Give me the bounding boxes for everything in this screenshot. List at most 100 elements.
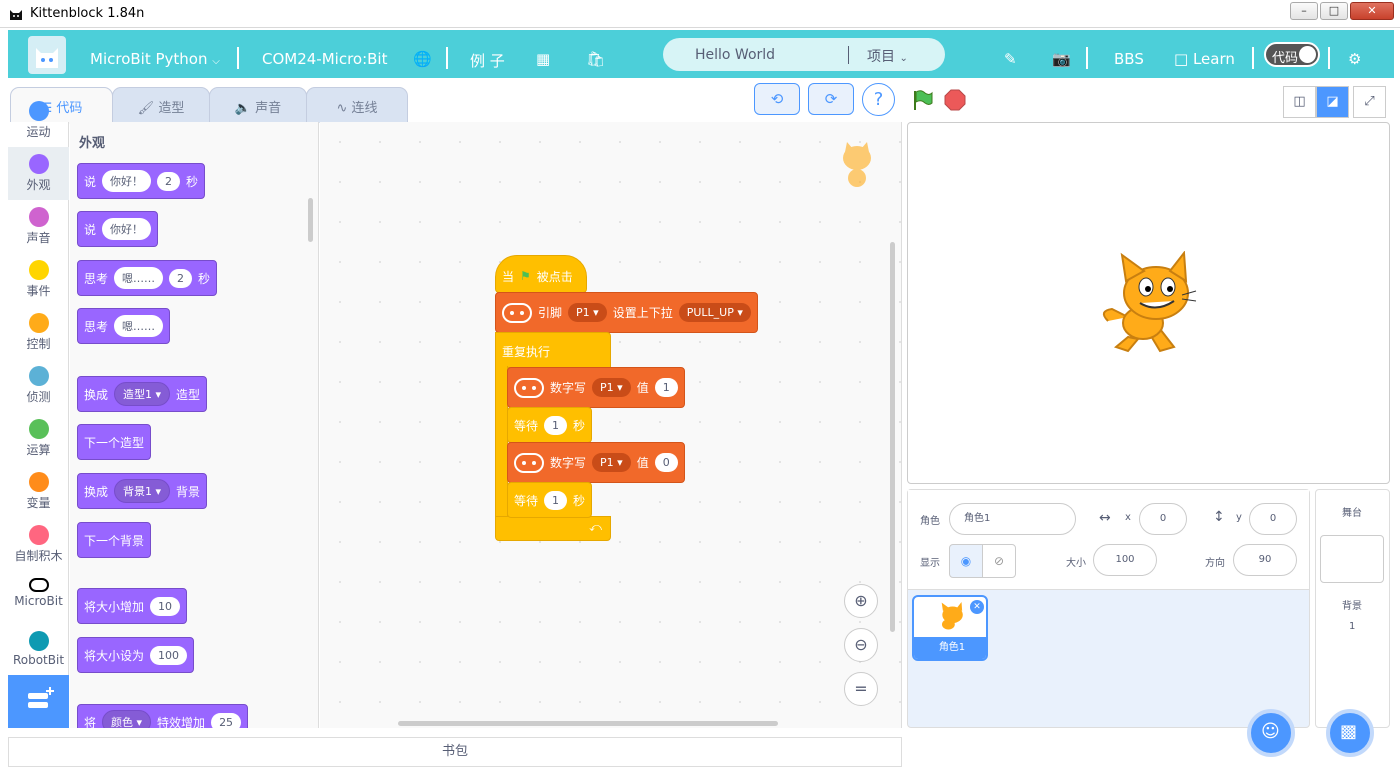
category-item[interactable]: 运动 xyxy=(8,94,69,147)
code-toggle[interactable]: 代码 xyxy=(1264,42,1320,67)
seconds-input[interactable]: 1 xyxy=(544,490,568,510)
port-selector[interactable]: COM24-Micro:Bit xyxy=(262,50,388,68)
pin-pull-block[interactable]: 引脚 P1 ▾ 设置上下拉 PULL_UP ▾ xyxy=(495,292,758,333)
text-input[interactable]: 嗯…… xyxy=(114,267,164,289)
category-item[interactable]: 控制 xyxy=(8,306,69,359)
backdrop-dropdown[interactable]: 背景1 ▾ xyxy=(114,479,171,503)
category-item[interactable]: 变量 xyxy=(8,465,69,518)
pencil-icon[interactable]: ✎ xyxy=(1004,50,1017,68)
pin-dropdown[interactable]: P1 ▾ xyxy=(592,378,631,397)
category-item[interactable]: 侦测 xyxy=(8,359,69,412)
category-item[interactable]: 声音 xyxy=(8,200,69,253)
upload-button[interactable]: ⟲ xyxy=(754,83,800,115)
forever-block[interactable]: 重复执行 xyxy=(495,332,611,368)
code-workspace[interactable] xyxy=(320,122,902,728)
fullscreen-button[interactable]: ⤢ xyxy=(1353,86,1386,118)
show-button[interactable]: ◉ xyxy=(949,544,983,578)
tab-costumes[interactable]: 🖌 造型 xyxy=(112,87,210,123)
pin-dropdown[interactable]: P1 ▾ xyxy=(568,303,607,322)
green-flag-icon[interactable] xyxy=(911,88,935,112)
pin-dropdown[interactable]: P1 ▾ xyxy=(592,453,631,472)
hide-button[interactable]: ⊘ xyxy=(982,544,1016,578)
say-for-secs-block[interactable]: 说你好！ 2 秒 xyxy=(77,163,206,199)
wait-block[interactable]: 等待 1 秒 xyxy=(507,407,593,443)
change-effect-block[interactable]: 将颜色 ▾ 特效增加 25 xyxy=(77,704,249,728)
tab-connect[interactable]: ∿ 连线 xyxy=(306,87,408,123)
project-title-box[interactable]: Hello World 项目 ⌄ xyxy=(663,38,945,71)
say-block[interactable]: 说你好！ xyxy=(77,211,159,247)
small-stage-button[interactable]: ◫ xyxy=(1283,86,1316,118)
horizontal-scrollbar[interactable] xyxy=(398,721,778,726)
effect-dropdown[interactable]: 颜色 ▾ xyxy=(102,710,152,728)
change-size-block[interactable]: 将大小增加 10 xyxy=(77,588,188,624)
think-block[interactable]: 思考 嗯…… xyxy=(77,308,171,344)
category-item[interactable]: MicroBit xyxy=(8,571,69,624)
palette-scrollbar[interactable] xyxy=(308,198,313,242)
category-item[interactable]: RobotBit xyxy=(8,624,69,677)
download-button[interactable]: ⟳ xyxy=(808,83,854,115)
learn-link[interactable]: □ Learn xyxy=(1174,50,1235,68)
backpack-bar[interactable]: 书包 xyxy=(8,737,902,767)
pull-mode-dropdown[interactable]: PULL_UP ▾ xyxy=(678,303,751,322)
bag-icon[interactable]: 🛍 xyxy=(586,50,605,68)
switch-backdrop-block[interactable]: 换成 背景1 ▾ 背景 xyxy=(77,473,208,509)
zoom-reset-button[interactable]: = xyxy=(844,672,878,706)
number-input[interactable]: 2 xyxy=(169,268,193,288)
add-sprite-button[interactable]: ☺ xyxy=(1247,709,1295,757)
kitten-logo[interactable] xyxy=(28,36,66,74)
next-costume-block[interactable]: 下一个造型 xyxy=(77,424,152,460)
bbs-link[interactable]: BBS xyxy=(1114,50,1144,68)
minimize-button[interactable]: – xyxy=(1290,2,1318,20)
zoom-in-button[interactable]: ⊕ xyxy=(844,584,878,618)
digital-write-block[interactable]: 数字写 P1 ▾ 值 1 xyxy=(507,367,685,408)
switch-costume-block[interactable]: 换成 造型1 ▾ 造型 xyxy=(77,376,208,412)
camera-icon[interactable]: 📷 xyxy=(1052,50,1071,68)
sprite-tile[interactable]: 角色1 ✕ xyxy=(912,595,988,661)
examples-menu[interactable]: 例 子 xyxy=(470,50,505,71)
text-input[interactable]: 你好！ xyxy=(102,218,152,240)
board-icon[interactable]: ▦ xyxy=(536,50,550,68)
category-item[interactable]: 事件 xyxy=(8,253,69,306)
seconds-input[interactable]: 1 xyxy=(544,415,568,435)
next-backdrop-block[interactable]: 下一个背景 xyxy=(77,522,152,558)
number-input[interactable]: 2 xyxy=(157,171,181,191)
help-button[interactable]: ? xyxy=(862,83,895,116)
text-input[interactable]: 嗯…… xyxy=(114,315,164,337)
costume-dropdown[interactable]: 造型1 ▾ xyxy=(114,382,171,406)
wait-block[interactable]: 等待 1 秒 xyxy=(507,482,593,518)
stop-icon[interactable] xyxy=(944,89,966,111)
value-input[interactable]: 1 xyxy=(654,378,678,397)
project-menu[interactable]: 项目 ⌄ xyxy=(867,46,908,66)
y-input[interactable]: 0 xyxy=(1249,503,1297,535)
gear-icon[interactable]: ⚙ xyxy=(1348,50,1361,68)
mode-selector[interactable]: MicroBit Python ⌵ xyxy=(90,50,220,68)
category-item[interactable]: 自制积木 xyxy=(8,518,69,571)
direction-input[interactable]: 90 xyxy=(1233,544,1297,576)
number-input[interactable]: 100 xyxy=(150,645,188,665)
vertical-scrollbar[interactable] xyxy=(890,242,895,632)
add-extension-button[interactable] xyxy=(8,675,69,728)
stage-canvas[interactable] xyxy=(907,122,1390,484)
sprite-name-input[interactable]: 角色1 xyxy=(949,503,1076,535)
normal-stage-button[interactable]: ◪ xyxy=(1316,86,1349,118)
size-input[interactable]: 100 xyxy=(1093,544,1157,576)
add-backdrop-button[interactable]: ▩ xyxy=(1326,709,1374,757)
number-input[interactable]: 25 xyxy=(211,712,242,728)
delete-sprite-icon[interactable]: ✕ xyxy=(970,600,984,614)
stage-selector[interactable]: 舞台 背景 1 xyxy=(1315,489,1390,728)
text-input[interactable]: 你好！ xyxy=(102,170,152,192)
think-for-secs-block[interactable]: 思考 嗯…… 2 秒 xyxy=(77,260,218,296)
number-input[interactable]: 10 xyxy=(150,596,181,616)
category-item[interactable]: 运算 xyxy=(8,412,69,465)
cat-sprite[interactable] xyxy=(1098,251,1198,355)
category-item[interactable]: 外观 xyxy=(8,147,69,200)
project-name-input[interactable]: Hello World xyxy=(695,47,775,63)
when-flag-clicked-block[interactable]: 当 ⚑ 被点击 xyxy=(495,255,587,293)
maximize-button[interactable]: □ xyxy=(1320,2,1348,20)
close-window-button[interactable]: ✕ xyxy=(1350,2,1394,20)
tab-sounds[interactable]: 🔈 声音 xyxy=(209,87,307,123)
value-input[interactable]: 0 xyxy=(654,453,678,472)
x-input[interactable]: 0 xyxy=(1139,503,1187,535)
digital-write-block[interactable]: 数字写 P1 ▾ 值 0 xyxy=(507,442,685,483)
set-size-block[interactable]: 将大小设为 100 xyxy=(77,637,195,673)
